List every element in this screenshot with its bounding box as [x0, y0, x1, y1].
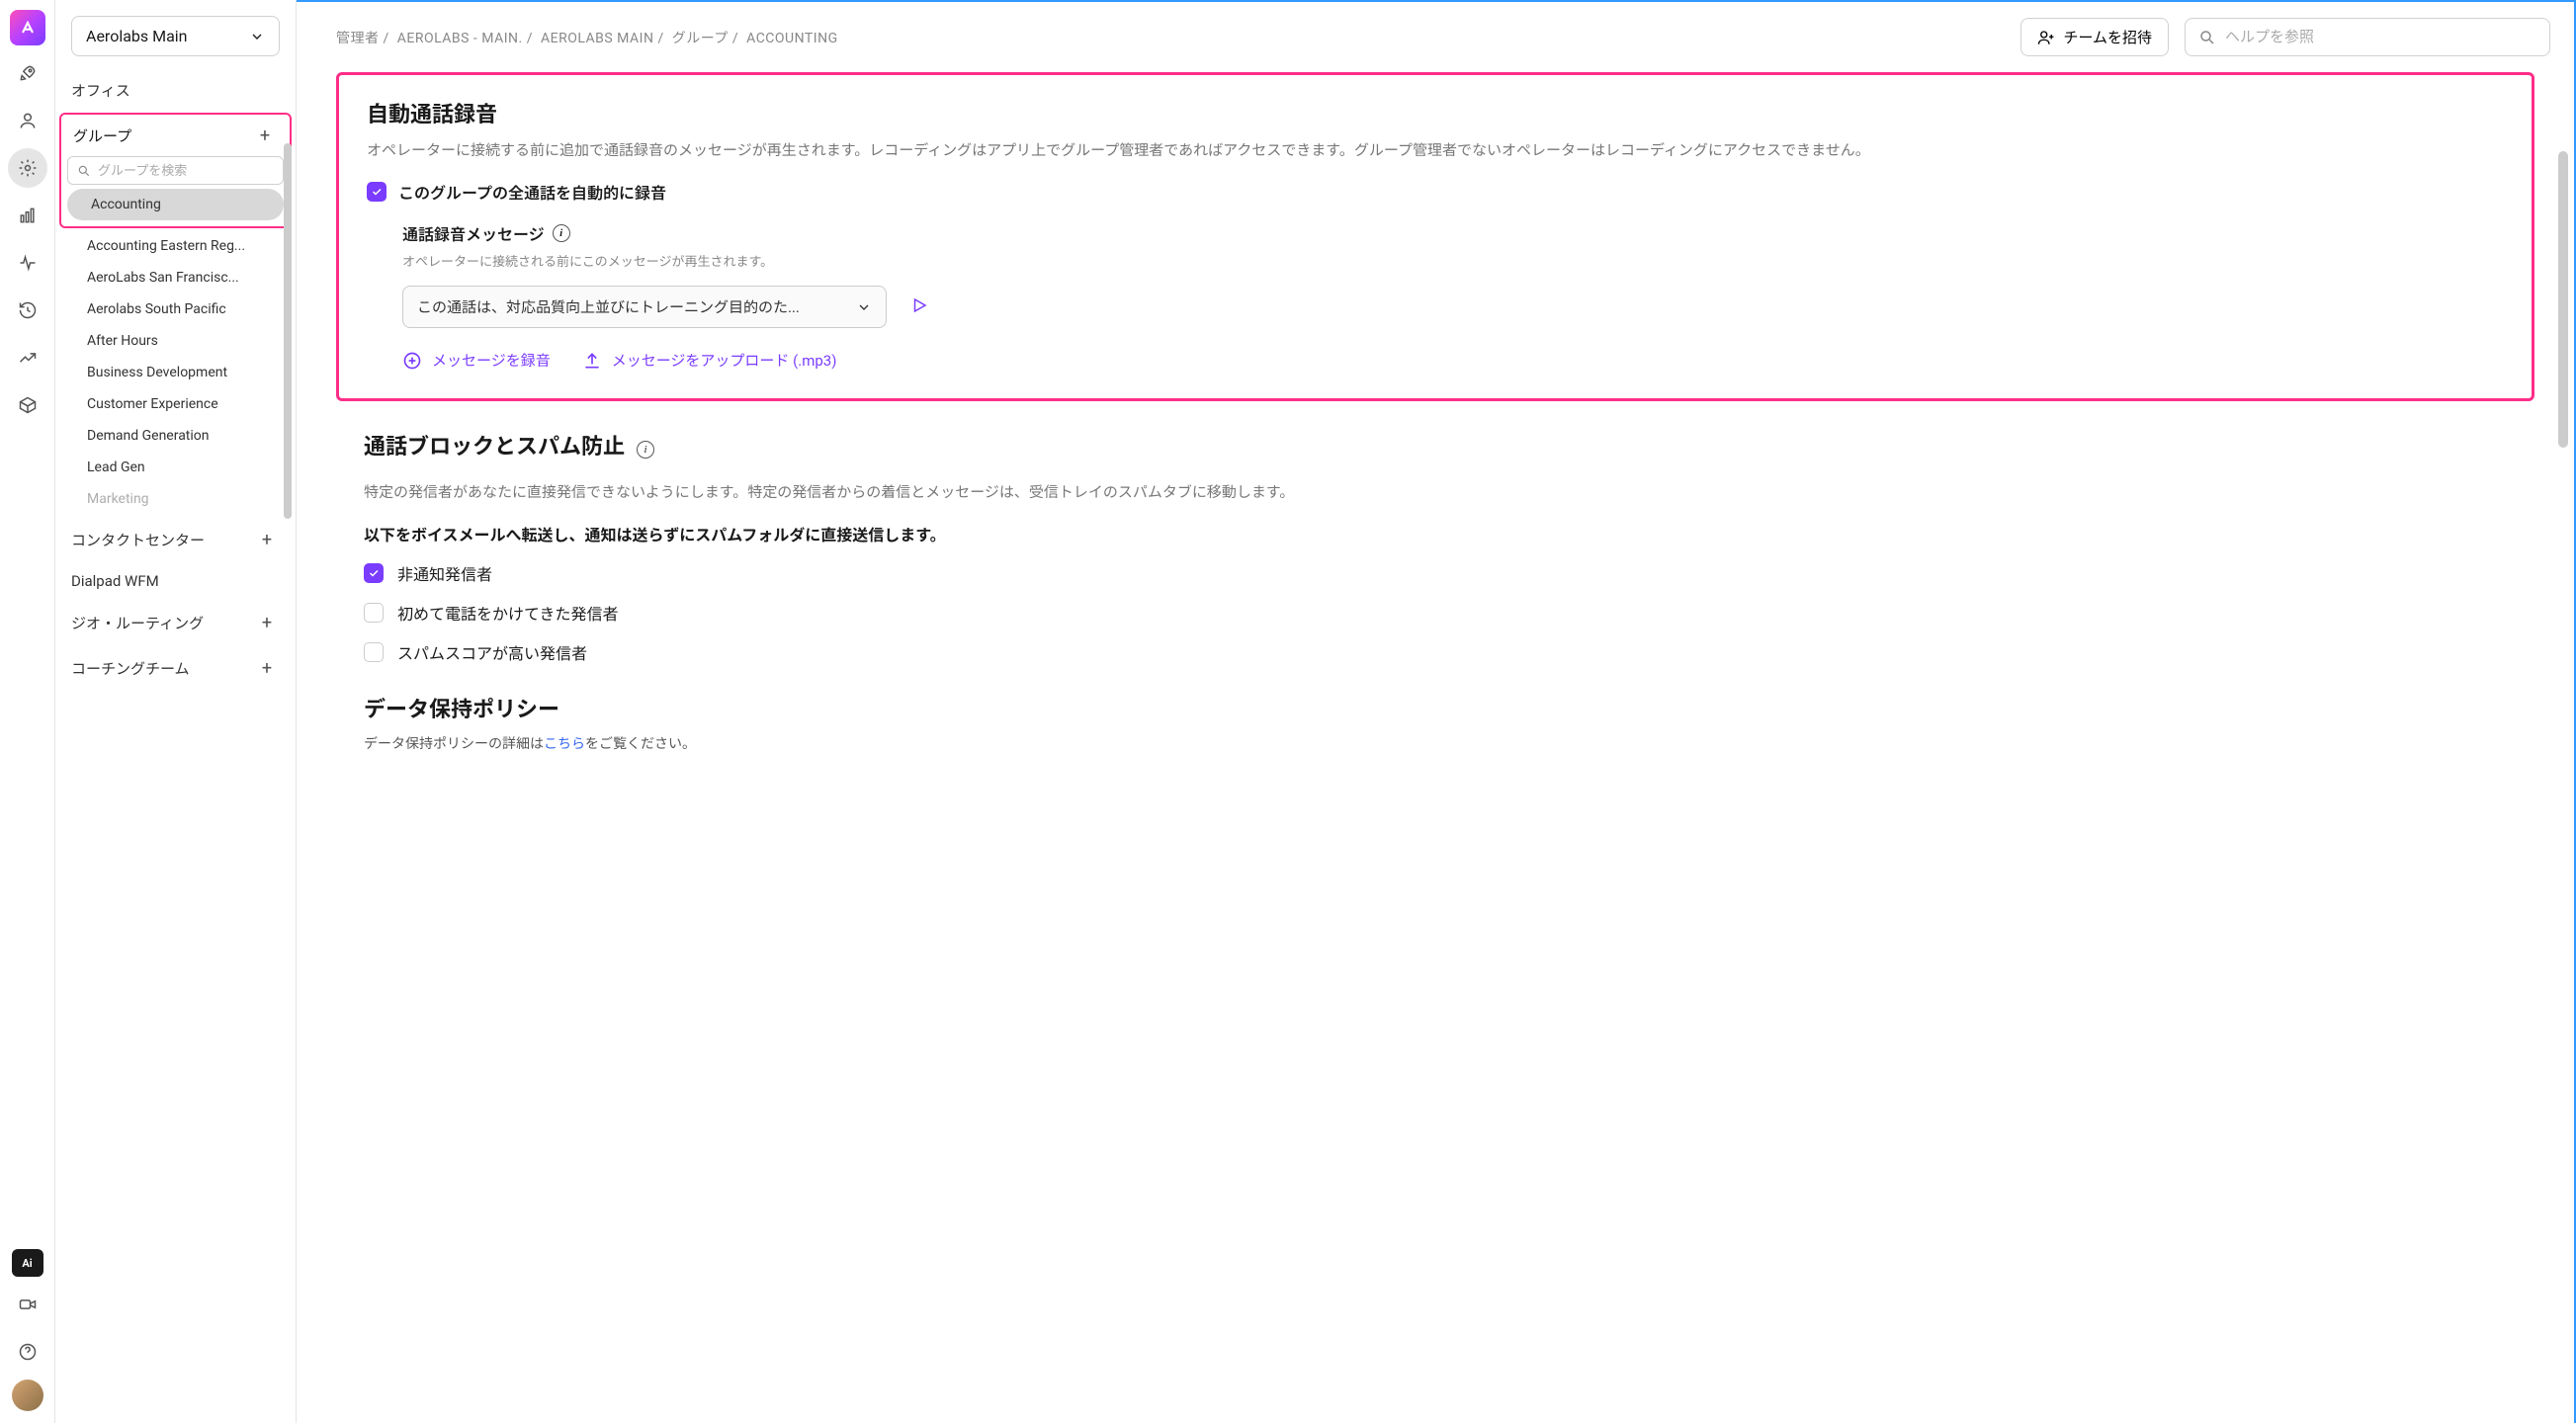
spam-firsttime-checkbox[interactable]: [364, 603, 384, 623]
policy-link[interactable]: こちら: [544, 736, 585, 752]
add-coaching-button[interactable]: +: [254, 655, 280, 681]
history-icon[interactable]: [8, 291, 47, 330]
chart-icon[interactable]: [8, 196, 47, 235]
sidebar-item[interactable]: Demand Generation: [55, 420, 296, 452]
add-geo-routing-button[interactable]: +: [254, 610, 280, 635]
recording-message-desc: オペレーターに接続される前にこのメッセージが再生されます。: [402, 251, 2504, 270]
upload-icon: [582, 351, 602, 371]
rocket-icon[interactable]: [8, 53, 47, 93]
video-icon[interactable]: [8, 1285, 47, 1324]
topbar: 管理者/ AEROLABS - MAIN./ AEROLABS MAIN/ グル…: [297, 2, 2574, 72]
sidebar-item[interactable]: Business Development: [55, 357, 296, 388]
sidebar-item[interactable]: After Hours: [55, 325, 296, 357]
nav-office[interactable]: オフィス: [55, 68, 296, 109]
spam-desc: 特定の発信者があなたに直接発信できないようにします。特定の発信者からの着信とメッ…: [364, 480, 2507, 504]
breadcrumb-part[interactable]: AEROLABS MAIN: [541, 31, 653, 46]
activity-icon[interactable]: [8, 243, 47, 283]
recording-message-select[interactable]: この通話は、対応品質向上並びにトレーニング目的のた...: [402, 286, 887, 328]
auto-recording-desc: オペレーターに接続する前に追加で通話録音のメッセージが再生されます。レコーディン…: [367, 138, 2504, 162]
trend-icon[interactable]: [8, 338, 47, 377]
check-icon: [368, 567, 380, 579]
icon-rail: Ai: [0, 0, 55, 1423]
spam-block-section: 通話ブロックとスパム防止 i 特定の発信者があなたに直接発信できないようにします…: [336, 429, 2534, 664]
breadcrumb-part: ACCOUNTING: [746, 31, 837, 46]
auto-recording-title: 自動通話録音: [367, 97, 2504, 128]
sidebar-item[interactable]: Lead Gen: [55, 452, 296, 483]
person-icon[interactable]: [8, 101, 47, 140]
groups-highlight-box: グループ + Accounting: [59, 113, 292, 228]
info-icon[interactable]: i: [637, 441, 654, 459]
policy-title: データ保持ポリシー: [364, 692, 2507, 723]
upload-message-button[interactable]: メッセージをアップロード (.mp3): [582, 350, 837, 371]
spam-item-label: 非通知発信者: [397, 561, 492, 585]
nav-geo-routing[interactable]: ジオ・ルーティング: [71, 613, 204, 633]
content-scrollbar[interactable]: [2558, 151, 2568, 448]
breadcrumb-part[interactable]: グループ: [672, 31, 729, 46]
invite-label: チームを招待: [2063, 27, 2152, 47]
group-search-input[interactable]: [67, 156, 284, 185]
plus-circle-icon: [402, 351, 422, 371]
policy-desc: データ保持ポリシーの詳細はこちらをご覧ください。: [364, 733, 2507, 753]
org-selector[interactable]: Aerolabs Main: [71, 16, 280, 56]
play-button[interactable]: [910, 296, 928, 318]
sidebar-item[interactable]: Marketing: [55, 483, 296, 515]
chevron-down-icon: [856, 299, 872, 315]
spam-anonymous-checkbox[interactable]: [364, 563, 384, 583]
nav-contact-center[interactable]: コンタクトセンター: [71, 530, 205, 550]
invite-team-button[interactable]: チームを招待: [2020, 18, 2169, 56]
add-group-button[interactable]: +: [252, 123, 278, 148]
spam-highscore-checkbox[interactable]: [364, 642, 384, 662]
user-plus-icon: [2037, 29, 2055, 46]
breadcrumb: 管理者/ AEROLABS - MAIN./ AEROLABS MAIN/ グル…: [336, 28, 2005, 47]
sidebar-item[interactable]: Customer Experience: [55, 388, 296, 420]
nav-wfm[interactable]: Dialpad WFM: [55, 560, 296, 598]
auto-recording-section: 自動通話録音 オペレーターに接続する前に追加で通話録音のメッセージが再生されます…: [336, 72, 2534, 401]
avatar[interactable]: [12, 1380, 43, 1411]
org-name: Aerolabs Main: [86, 27, 188, 45]
add-contact-center-button[interactable]: +: [254, 527, 280, 552]
data-policy-section: データ保持ポリシー データ保持ポリシーの詳細はこちらをご覧ください。: [336, 692, 2534, 753]
record-message-label: メッセージを録音: [432, 350, 551, 371]
search-icon: [2198, 29, 2216, 46]
recording-message-header: 通話録音メッセージ: [402, 221, 545, 245]
box-icon[interactable]: [8, 385, 47, 425]
spam-note: 以下をボイスメールへ転送し、通知は送らずにスパムフォルダに直接送信します。: [364, 522, 2507, 545]
spam-item-label: 初めて電話をかけてきた発信者: [397, 601, 619, 625]
sidebar-item[interactable]: Aerolabs South Pacific: [55, 293, 296, 325]
auto-record-checkbox[interactable]: [367, 182, 386, 202]
nav-coaching[interactable]: コーチングチーム: [71, 658, 190, 679]
info-icon[interactable]: i: [553, 224, 570, 242]
spam-item-label: スパムスコアが高い発信者: [397, 640, 587, 664]
ai-badge[interactable]: Ai: [12, 1249, 43, 1277]
breadcrumb-part[interactable]: 管理者: [336, 31, 380, 46]
breadcrumb-part[interactable]: AEROLABS - MAIN.: [397, 31, 523, 46]
chevron-down-icon: [249, 29, 265, 44]
check-icon: [371, 186, 383, 198]
gear-icon[interactable]: [8, 148, 47, 188]
sidebar: Aerolabs Main オフィス グループ + Accounting Acc…: [55, 0, 297, 1423]
upload-message-label: メッセージをアップロード (.mp3): [612, 350, 837, 371]
sidebar-scrollbar[interactable]: [284, 143, 292, 519]
sidebar-item-accounting[interactable]: Accounting: [67, 189, 284, 220]
search-icon: [77, 164, 91, 178]
spam-title: 通話ブロックとスパム防止: [364, 429, 625, 460]
app-logo[interactable]: [10, 10, 45, 45]
help-search-input[interactable]: [2185, 18, 2550, 56]
sidebar-item[interactable]: Accounting Eastern Reg...: [55, 230, 296, 262]
record-message-button[interactable]: メッセージを録音: [402, 350, 551, 371]
help-icon[interactable]: [8, 1332, 47, 1372]
groups-label: グループ: [73, 126, 131, 146]
main-panel: 管理者/ AEROLABS - MAIN./ AEROLABS MAIN/ グル…: [297, 0, 2576, 1423]
select-value: この通話は、対応品質向上並びにトレーニング目的のた...: [417, 296, 800, 317]
sidebar-item[interactable]: AeroLabs San Francisc...: [55, 262, 296, 293]
auto-record-label: このグループの全通話を自動的に録音: [398, 180, 666, 204]
